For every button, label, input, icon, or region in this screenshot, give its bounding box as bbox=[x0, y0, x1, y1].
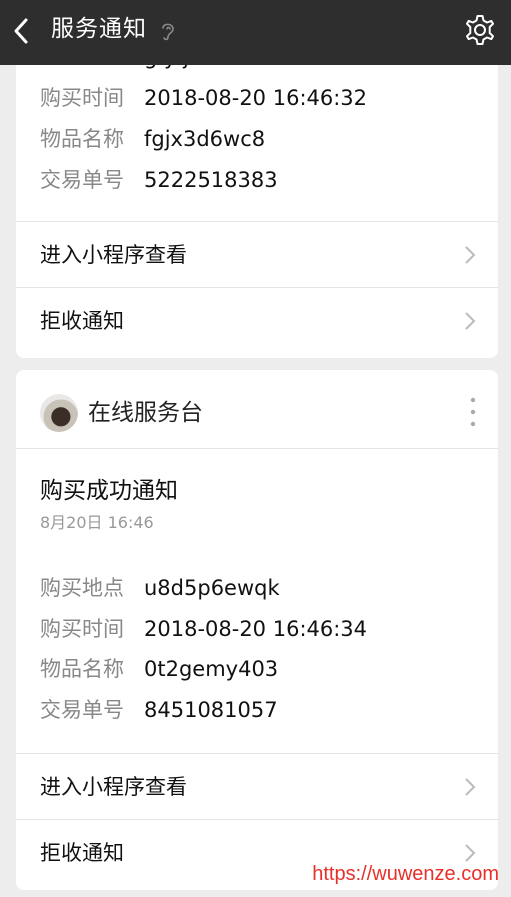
open-mini-program-row[interactable]: 进入小程序查看 bbox=[16, 223, 498, 287]
row-label: 进入小程序查看 bbox=[40, 775, 187, 799]
row-label: 拒收通知 bbox=[40, 841, 124, 865]
field-label: 购买时间 bbox=[40, 86, 124, 110]
field-label: 物品名称 bbox=[40, 657, 124, 681]
message-time: 8月20日 16:46 bbox=[40, 513, 154, 532]
divider bbox=[16, 448, 498, 449]
field-label: 交易单号 bbox=[40, 168, 124, 192]
notification-card: g y j 7 w 购买时间2018-08-20 16:46:32 物品名称fg… bbox=[16, 40, 498, 358]
divider bbox=[16, 819, 498, 820]
divider bbox=[16, 221, 498, 222]
field-row: 物品名称 0t2gemy403 bbox=[40, 654, 278, 684]
sender-name[interactable]: 在线服务台 bbox=[88, 397, 203, 429]
back-arrow-icon[interactable] bbox=[8, 14, 36, 48]
reject-notification-row[interactable]: 拒收通知 bbox=[16, 289, 498, 353]
field-value: 0t2gemy403 bbox=[144, 657, 279, 681]
chevron-right-icon bbox=[465, 246, 476, 264]
field-row: 交易单号 5222518383 bbox=[40, 165, 278, 195]
field-row: 购买时间 2018-08-20 16:46:32 bbox=[40, 83, 367, 113]
settings-gear-icon[interactable] bbox=[463, 13, 497, 47]
divider bbox=[16, 287, 498, 288]
open-mini-program-row[interactable]: 进入小程序查看 bbox=[16, 755, 498, 819]
chevron-right-icon bbox=[465, 778, 476, 796]
watermark: https://wuwenze.com bbox=[312, 863, 499, 885]
divider bbox=[16, 753, 498, 754]
field-row: 物品名称 fgjx3d6wc8 bbox=[40, 124, 265, 154]
avatar[interactable] bbox=[40, 394, 78, 432]
field-value: 8451081057 bbox=[144, 698, 278, 722]
more-vertical-icon[interactable] bbox=[470, 396, 476, 428]
chevron-right-icon bbox=[465, 312, 476, 330]
field-label: 交易单号 bbox=[40, 698, 124, 722]
field-row: 购买时间 2018-08-20 16:46:34 bbox=[40, 614, 367, 644]
top-bar: 服务通知 bbox=[0, 0, 511, 65]
field-row: 购买地点 u8d5p6ewqk bbox=[40, 573, 280, 603]
field-label: 购买时间 bbox=[40, 617, 124, 641]
field-value: u8d5p6ewqk bbox=[144, 576, 280, 600]
field-row: 交易单号 8451081057 bbox=[40, 695, 278, 725]
field-value: 2018-08-20 16:46:32 bbox=[144, 86, 368, 110]
field-value: fgjx3d6wc8 bbox=[144, 127, 266, 151]
row-label: 进入小程序查看 bbox=[40, 243, 187, 267]
ear-icon bbox=[162, 23, 174, 41]
field-label: 购买地点 bbox=[40, 576, 124, 600]
row-label: 拒收通知 bbox=[40, 309, 124, 333]
field-value: 5222518383 bbox=[144, 168, 278, 192]
notification-card: 在线服务台 购买成功通知 8月20日 16:46 购买地点 u8d5p6ewqk … bbox=[16, 370, 498, 890]
page-title: 服务通知 bbox=[51, 16, 147, 42]
field-label: 物品名称 bbox=[40, 127, 124, 151]
message-title: 购买成功通知 bbox=[40, 478, 178, 504]
field-value: 2018-08-20 16:46:34 bbox=[144, 617, 368, 641]
